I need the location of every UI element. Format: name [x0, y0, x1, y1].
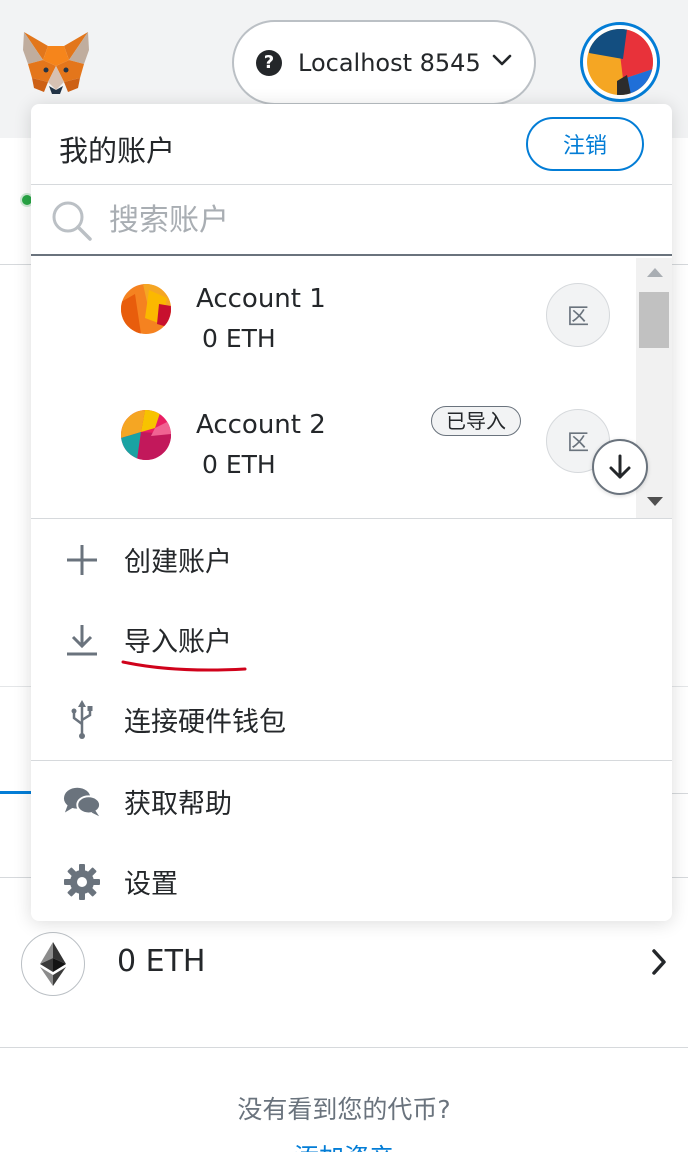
arrow-down-icon — [609, 454, 631, 479]
account-key-button[interactable]: 区 — [546, 283, 610, 347]
account-search — [31, 185, 672, 256]
account-avatar — [121, 284, 171, 334]
scroll-up-arrow-icon[interactable] — [647, 268, 663, 277]
menu-item-label: 获取帮助 — [124, 789, 232, 820]
chevron-down-icon — [492, 52, 512, 71]
add-token-link[interactable]: 添加资产 — [0, 1138, 688, 1152]
logout-button[interactable]: 注销 — [526, 117, 644, 171]
account-avatar — [121, 410, 171, 460]
create-account-item[interactable]: 创建账户 — [31, 519, 672, 599]
connect-hardware-wallet-item[interactable]: 连接硬件钱包 — [31, 679, 672, 759]
scroll-to-bottom-button[interactable] — [592, 439, 648, 495]
chevron-right-icon[interactable] — [650, 947, 668, 981]
account-item[interactable]: Account 2 0 ETH 已导入 区 — [31, 384, 636, 510]
account-item[interactable]: Account 1 0 ETH 区 — [31, 258, 636, 384]
settings-item[interactable]: 设置 — [31, 841, 672, 921]
account-balance: 0 ETH — [202, 450, 276, 479]
menu-item-label: 连接硬件钱包 — [124, 707, 286, 738]
asset-balance: 0 ETH — [117, 944, 206, 979]
scroll-down-arrow-icon[interactable] — [647, 497, 663, 506]
gear-icon — [63, 863, 101, 901]
search-icon — [51, 200, 93, 246]
no-token-text: 没有看到您的代币? — [237, 1095, 451, 1124]
red-underline-annotation — [121, 660, 247, 672]
account-menu-avatar-button[interactable] — [580, 22, 660, 102]
accounts-list[interactable]: Account 1 0 ETH 区 Account 2 0 ETH 已导入 区 — [31, 258, 672, 518]
network-help-icon: ? — [256, 49, 282, 76]
menu-item-label: 设置 — [124, 869, 178, 900]
account-balance: 0 ETH — [202, 324, 276, 353]
network-selector-button[interactable]: ? Localhost 8545 — [232, 20, 536, 105]
get-help-item[interactable]: 获取帮助 — [31, 761, 672, 841]
menu-item-label: 创建账户 — [124, 547, 232, 578]
divider — [670, 793, 688, 794]
account-name: Account 1 — [196, 284, 326, 314]
chat-bubbles-icon — [63, 783, 101, 821]
search-input[interactable] — [109, 197, 649, 243]
ethereum-icon — [21, 932, 85, 996]
asset-row-eth[interactable]: 0 ETH — [0, 930, 688, 998]
metamask-fox-logo[interactable] — [22, 30, 90, 96]
plus-icon — [63, 541, 101, 579]
divider — [0, 1047, 688, 1048]
imported-badge: 已导入 — [431, 406, 521, 436]
account-menu-title: 我的账户 — [59, 134, 176, 168]
account-name: Account 2 — [196, 410, 326, 440]
network-label: Localhost 8545 — [298, 48, 481, 77]
scrollbar-thumb[interactable] — [639, 292, 669, 348]
usb-icon — [63, 700, 101, 739]
download-icon — [63, 621, 101, 659]
active-tab-indicator — [0, 791, 32, 794]
account-menu: 我的账户 注销 Account 1 0 ETH 区 — [31, 104, 672, 921]
